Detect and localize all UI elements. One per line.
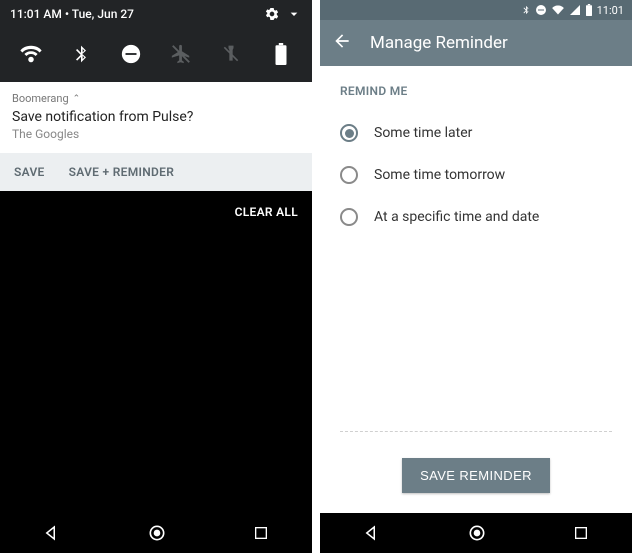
save-row: SAVE REMINDER	[320, 440, 632, 513]
radio-label: Some time later	[374, 125, 472, 141]
airplane-off-icon[interactable]	[167, 40, 195, 68]
phone-left-notification-shade: 11:01 AM • Tue, Jun 27	[0, 0, 312, 553]
nav-recents-icon[interactable]	[573, 525, 589, 541]
status-time-date: 11:01 AM • Tue, Jun 27	[10, 7, 134, 21]
nav-back-icon[interactable]	[43, 524, 61, 542]
shade-background	[0, 233, 312, 513]
content-area: REMIND ME Some time later Some time tomo…	[320, 66, 632, 440]
action-save-reminder-button[interactable]: SAVE + REMINDER	[69, 165, 175, 179]
system-navbar	[320, 513, 632, 553]
status-wifi-icon	[551, 4, 565, 16]
divider	[340, 431, 612, 432]
bluetooth-icon[interactable]	[67, 40, 95, 68]
system-navbar	[0, 513, 312, 553]
toolbar: Manage Reminder	[320, 20, 632, 66]
clear-all-button[interactable]: CLEAR ALL	[0, 191, 312, 233]
radio-icon	[340, 208, 358, 226]
quick-settings-row	[0, 30, 312, 82]
radio-icon	[340, 166, 358, 184]
radio-icon	[340, 124, 358, 142]
radio-option-specific[interactable]: At a specific time and date	[340, 196, 612, 238]
notification-collapse-caret-icon[interactable]: ⌃	[73, 94, 81, 104]
notification-title: Save notification from Pulse?	[12, 109, 300, 125]
nav-home-icon[interactable]	[147, 523, 167, 543]
notification-app-name: Boomerang	[12, 92, 69, 105]
nav-back-icon[interactable]	[363, 524, 381, 542]
status-battery-icon	[585, 4, 593, 16]
status-bluetooth-icon	[521, 4, 531, 16]
phone-right-manage-reminder: 11:01 Manage Reminder REMIND ME Some tim…	[320, 0, 632, 553]
section-label: REMIND ME	[340, 84, 612, 98]
expand-chevron-down-icon[interactable]	[286, 6, 302, 22]
toolbar-title: Manage Reminder	[370, 33, 508, 53]
notification-actions: SAVE SAVE + REMINDER	[0, 153, 312, 191]
notification-subtitle: The Googles	[12, 127, 300, 141]
wifi-icon[interactable]	[17, 40, 45, 68]
radio-option-tomorrow[interactable]: Some time tomorrow	[340, 154, 612, 196]
notification-card[interactable]: Boomerang ⌃ Save notification from Pulse…	[0, 82, 312, 153]
settings-gear-icon[interactable]	[264, 6, 280, 22]
do-not-disturb-icon[interactable]	[117, 40, 145, 68]
notification-app-row[interactable]: Boomerang ⌃	[12, 92, 300, 105]
nav-recents-icon[interactable]	[253, 525, 269, 541]
battery-icon[interactable]	[267, 40, 295, 68]
save-reminder-button[interactable]: SAVE REMINDER	[402, 458, 550, 493]
status-time: 11:01	[597, 4, 624, 17]
flashlight-off-icon[interactable]	[217, 40, 245, 68]
radio-label: Some time tomorrow	[374, 167, 505, 183]
nav-home-icon[interactable]	[467, 523, 487, 543]
radio-option-later[interactable]: Some time later	[340, 112, 612, 154]
back-arrow-icon[interactable]	[332, 31, 352, 55]
action-save-button[interactable]: SAVE	[14, 165, 45, 179]
status-signal-icon	[569, 4, 581, 16]
radio-label: At a specific time and date	[374, 209, 539, 225]
shade-header: 11:01 AM • Tue, Jun 27	[0, 0, 312, 30]
status-dnd-icon	[535, 4, 547, 16]
status-bar: 11:01	[320, 0, 632, 20]
